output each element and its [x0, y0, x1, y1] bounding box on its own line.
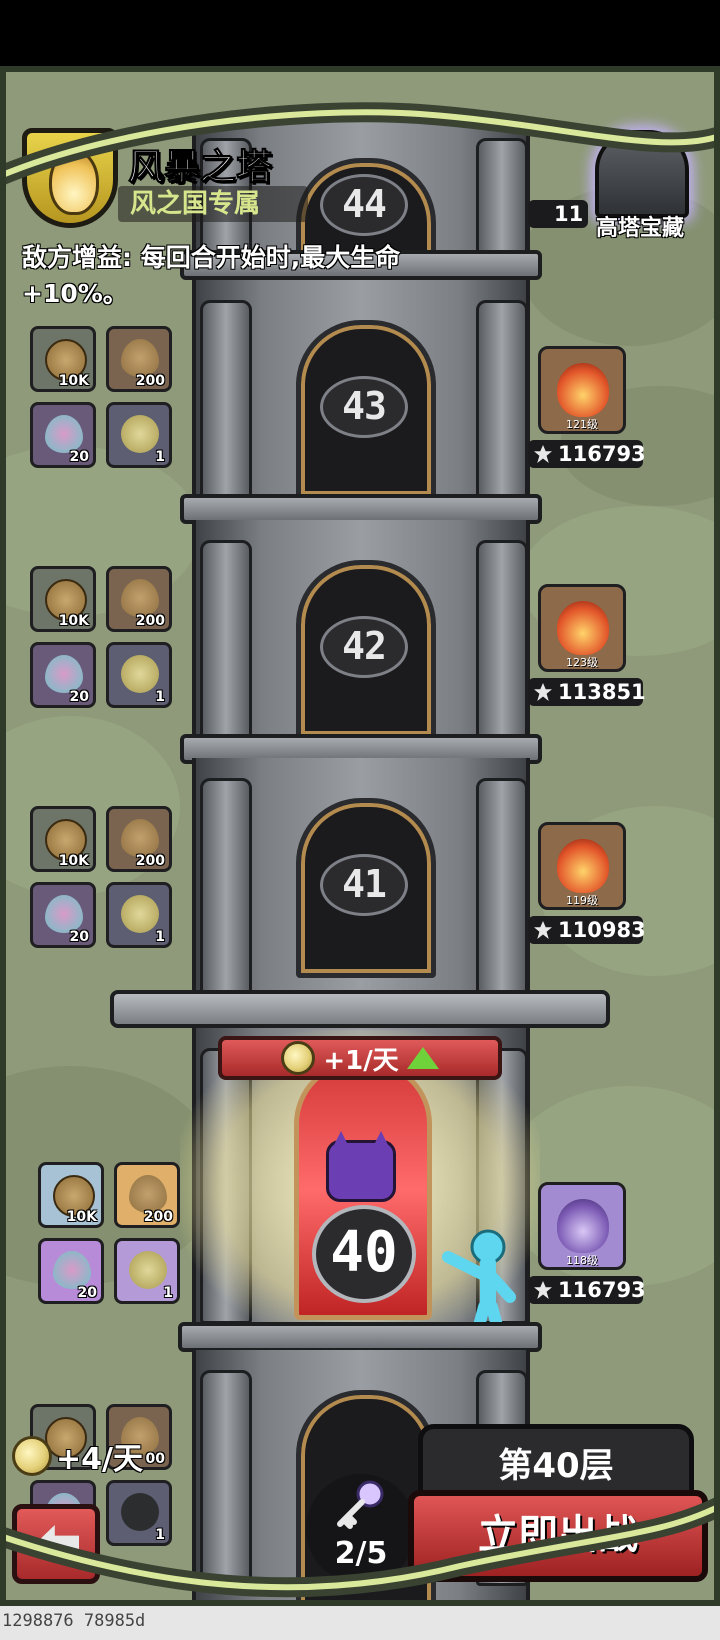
- reward-coin: 10K: [30, 566, 96, 632]
- enemy-card-floor-40[interactable]: 118级 116793: [528, 1182, 646, 1308]
- reward-pink-heart: 20: [30, 402, 96, 468]
- up-arrow-icon: [406, 1047, 439, 1069]
- reward-heart: 200: [106, 566, 172, 632]
- reward-heart: 200: [114, 1162, 180, 1228]
- swirl-icon: [121, 895, 159, 933]
- enemy-level: 121级: [566, 418, 598, 431]
- tower-ledge: [178, 1322, 542, 1352]
- reward-heart: 200: [106, 806, 172, 872]
- reward-grid-floor-43[interactable]: 10K 200 20 1: [30, 326, 172, 476]
- current-floor-number: 40: [312, 1205, 416, 1303]
- reward-swirl: 1: [106, 882, 172, 948]
- reward-coin: 10K: [30, 806, 96, 872]
- power-icon: [534, 445, 552, 463]
- enemy-level: 119级: [566, 894, 598, 907]
- storm-tower-emblem-icon: [22, 128, 118, 228]
- reward-swirl: 1: [114, 1238, 180, 1304]
- reward-swirl: 1: [106, 642, 172, 708]
- tower-floor-42[interactable]: 42: [192, 520, 530, 760]
- daily-gain-total-text: +4/天: [56, 1442, 143, 1477]
- heart-icon: [121, 819, 159, 857]
- reward-pink-heart: 20: [30, 642, 96, 708]
- floor-number-badge: 42: [320, 616, 408, 678]
- back-arrow-icon: [35, 1525, 79, 1563]
- swirl-icon: [121, 415, 159, 453]
- reward-grid-floor-40[interactable]: 10K 200 20 1: [38, 1162, 180, 1312]
- pink-heart-icon: [45, 895, 83, 933]
- key-icon: [337, 1480, 384, 1529]
- pink-heart-icon: [45, 415, 83, 453]
- checkmark-icon: [121, 1493, 159, 1531]
- enemy-power: 116793: [528, 440, 646, 468]
- enemy-level: 118级: [566, 1254, 598, 1267]
- status-bar: [0, 0, 720, 66]
- fight-now-button[interactable]: 立即出战: [408, 1490, 708, 1582]
- enemy-power: 11: [528, 200, 588, 228]
- heart-icon: [121, 339, 159, 377]
- enemy-buff-text: 敌方增益: 每回合开始时,最大生命+10%。: [22, 243, 401, 308]
- floor-number-badge: 43: [320, 376, 408, 438]
- pink-heart-icon: [53, 1251, 91, 1289]
- enemy-power: 116793: [528, 1276, 646, 1304]
- power-icon: [534, 921, 552, 939]
- swirl-coin-icon: [12, 1436, 52, 1476]
- reward-grid-floor-41[interactable]: 10K 200 20 1: [30, 806, 172, 956]
- reward-heart: 200: [106, 326, 172, 392]
- swirl-coin-icon: [281, 1041, 316, 1075]
- enemy-power: 110983: [528, 916, 646, 944]
- enemy-card-floor-44[interactable]: 11: [528, 130, 636, 230]
- enemy-card-floor-43[interactable]: 121级 116793: [528, 346, 646, 472]
- daily-gain-banner-text: +1/天: [323, 1045, 399, 1076]
- tower-floor-43[interactable]: 43: [192, 280, 530, 520]
- reward-pink-heart: 20: [38, 1238, 104, 1304]
- enemy-card-floor-42[interactable]: 123级 113851: [528, 584, 646, 710]
- daily-gain-total: +4/天: [12, 1434, 143, 1478]
- tower-floor-41[interactable]: 41: [192, 758, 530, 998]
- heart-icon: [121, 579, 159, 617]
- enemy-power: 113851: [528, 678, 646, 706]
- enemy-card-floor-41[interactable]: 119级 110983: [528, 822, 646, 948]
- demon-face-icon: [326, 1131, 396, 1202]
- swirl-icon: [129, 1251, 167, 1289]
- floor-label: 第40层: [498, 1446, 614, 1486]
- current-floor-roof: [110, 990, 610, 1028]
- reward-coin: 10K: [38, 1162, 104, 1228]
- floor-number-badge: 44: [320, 174, 408, 236]
- game-screen: 44 43 42 41 40 +1/天 风暴之塔 风之国专属 敌方增益: 每回合…: [0, 0, 720, 1640]
- back-button[interactable]: [12, 1504, 100, 1584]
- pink-heart-icon: [45, 655, 83, 693]
- power-icon: [534, 1281, 552, 1299]
- reward-pink-heart: 20: [30, 882, 96, 948]
- floor-number-badge: 41: [320, 854, 408, 916]
- key-count-text: 2/5: [334, 1536, 388, 1571]
- reward-swirl-claimed: 1: [106, 1480, 172, 1546]
- enemy-level: 123级: [566, 656, 598, 669]
- reward-swirl: 1: [106, 402, 172, 468]
- swirl-icon: [121, 655, 159, 693]
- debug-text: 1298876 78985d: [2, 1611, 146, 1631]
- page-title: 风暴之塔: [127, 147, 273, 189]
- power-icon: [534, 683, 552, 701]
- page-subtitle: 风之国专属: [118, 186, 308, 222]
- reward-grid-floor-42[interactable]: 10K 200 20 1: [30, 566, 172, 716]
- daily-gain-banner: +1/天: [218, 1036, 502, 1080]
- heart-icon: [129, 1175, 167, 1213]
- reward-coin: 10K: [30, 326, 96, 392]
